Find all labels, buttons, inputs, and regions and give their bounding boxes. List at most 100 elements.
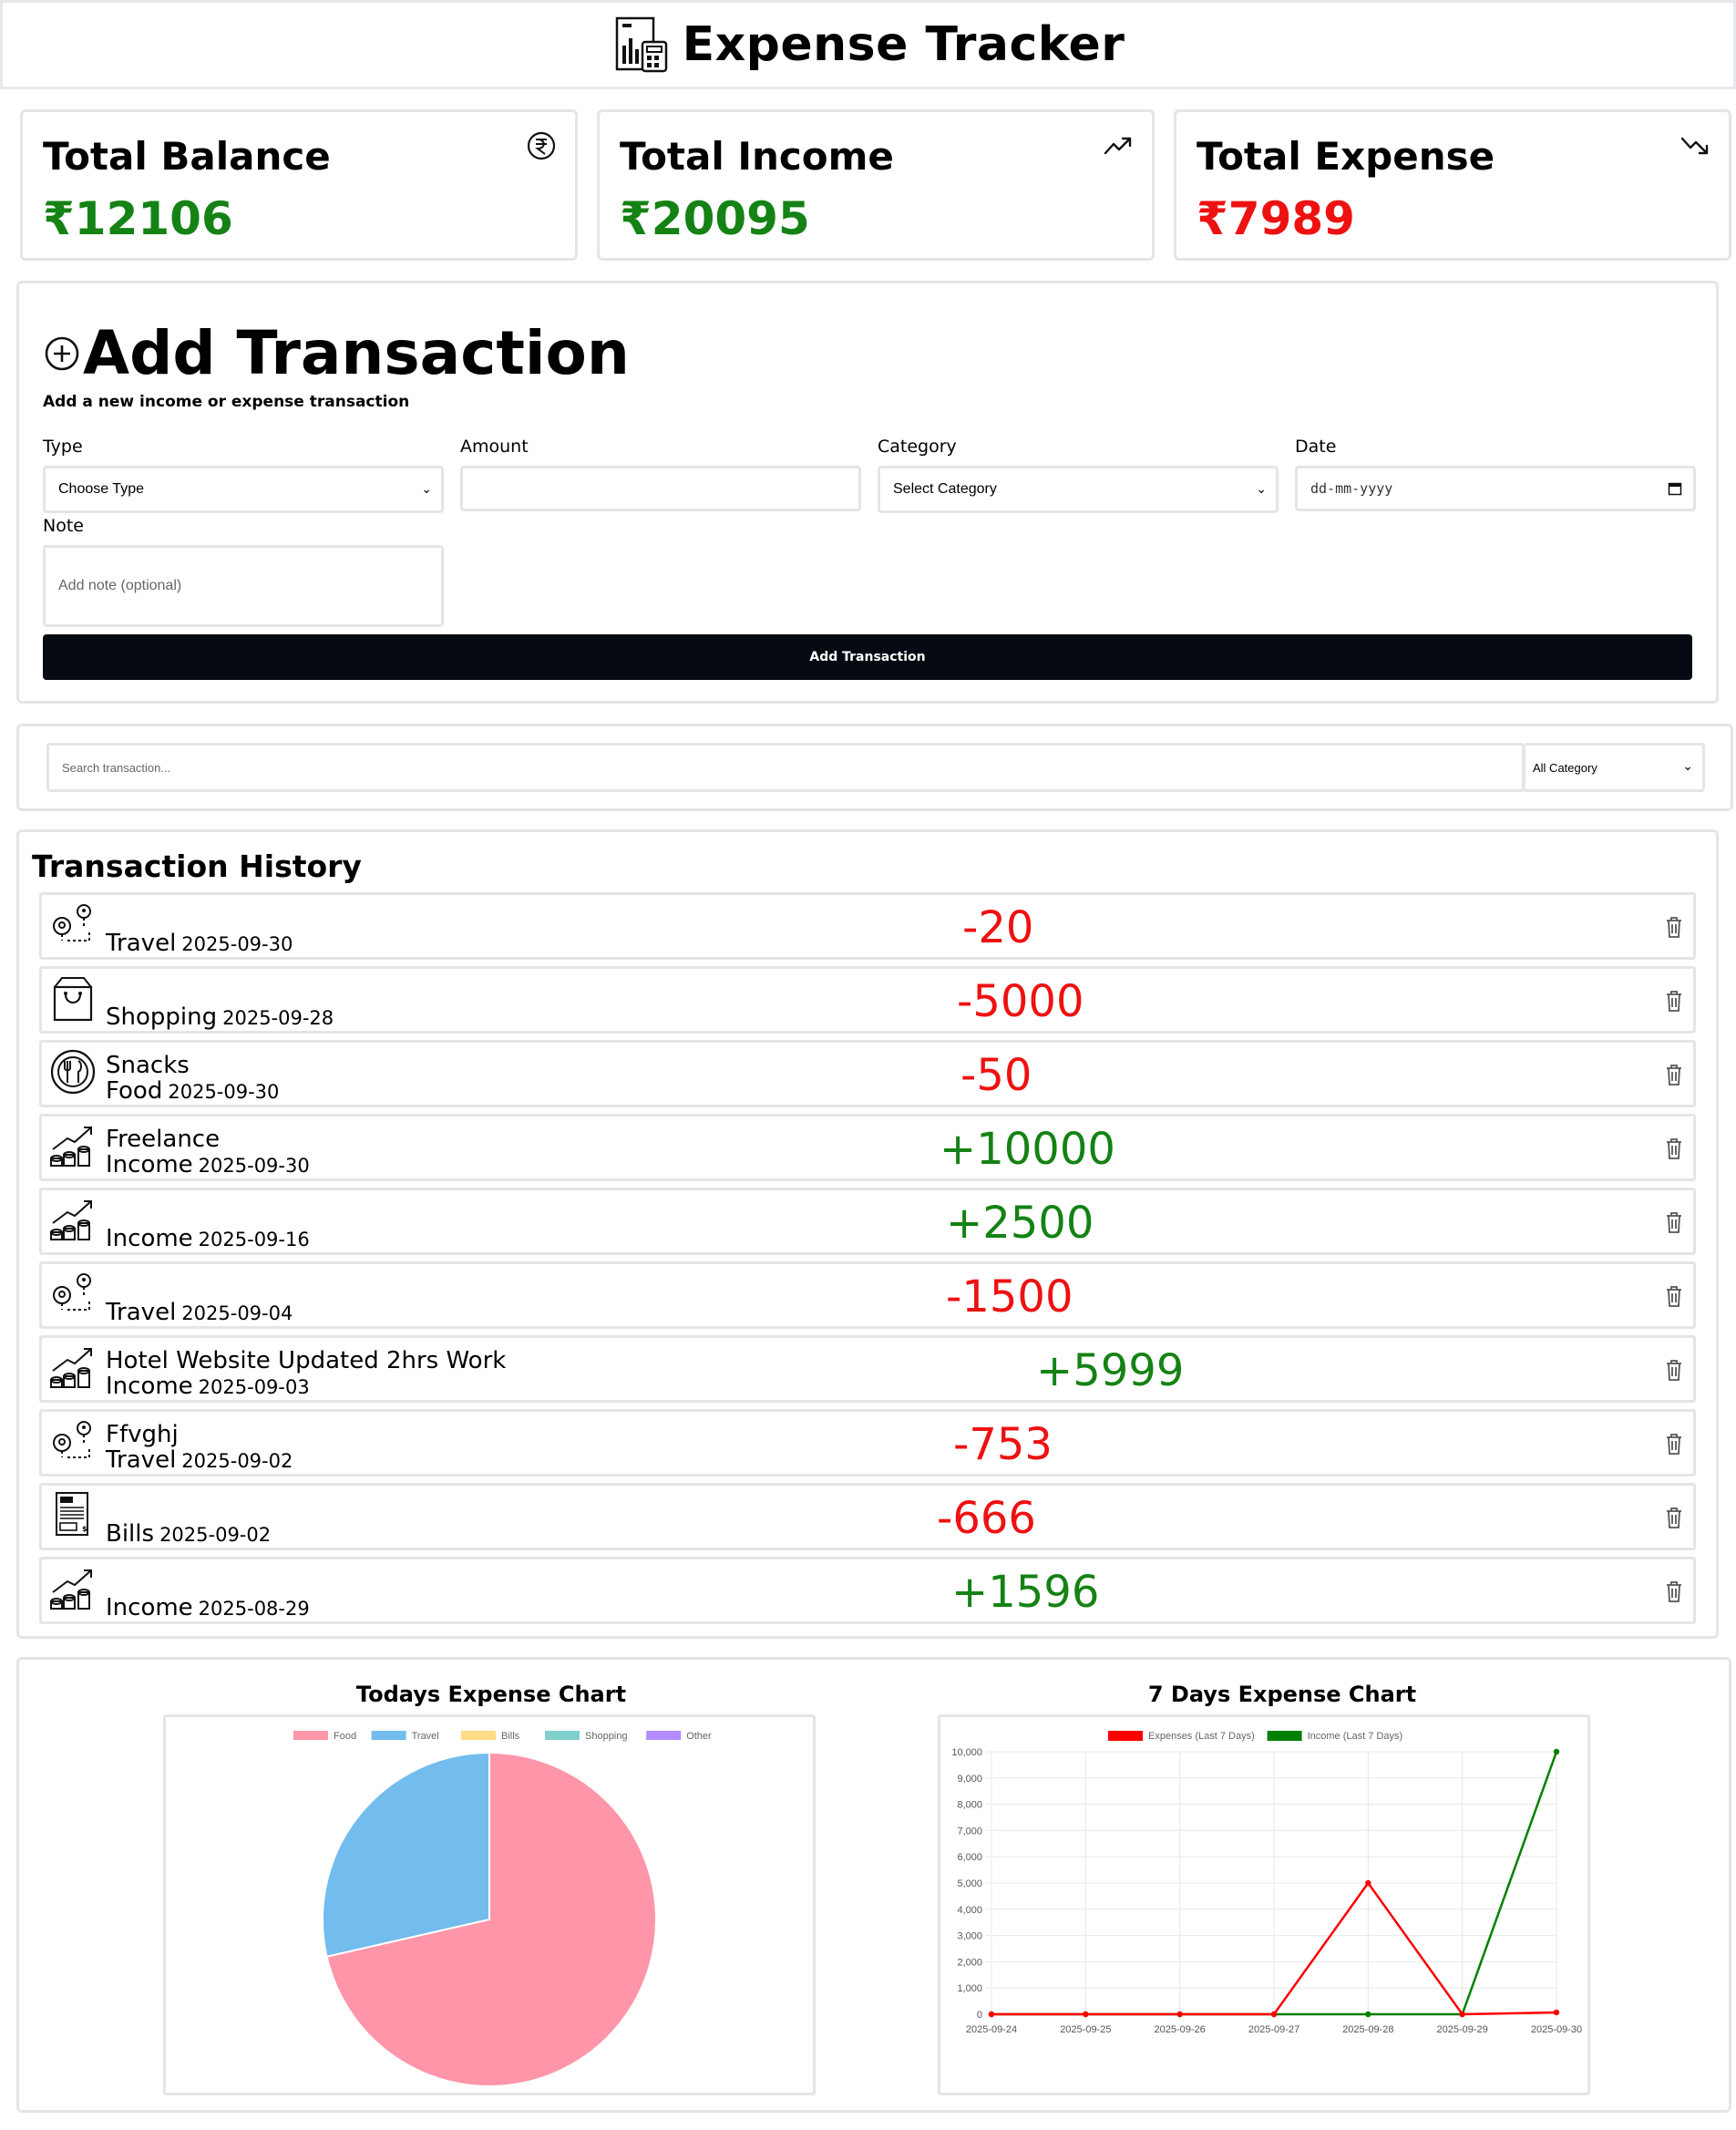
transaction-date: 2025-09-02 (181, 1450, 293, 1472)
transaction-category: Income 2025-09-03 (106, 1373, 310, 1400)
category-select-value: Select Category (893, 481, 997, 497)
total-income-card: Total Income ₹20095 (597, 109, 1155, 261)
chevron-down-icon: ⌄ (1256, 481, 1267, 496)
app-title: Expense Tracker (682, 17, 1125, 72)
category-filter-select[interactable]: All Category ⌄ (1523, 743, 1705, 792)
trash-icon[interactable] (1664, 1063, 1684, 1086)
total-expense-card: Total Expense ₹7989 (1174, 109, 1731, 261)
category-filter-value: All Category (1533, 760, 1597, 775)
y-tick-label: 9,000 (957, 1774, 982, 1785)
legend-label: Income (Last 7 Days) (1308, 1731, 1403, 1742)
data-point[interactable] (1553, 1748, 1560, 1755)
data-point[interactable] (1459, 2011, 1465, 2018)
transaction-row: $ Bills 2025-09-02 -666 (39, 1483, 1696, 1550)
category-select[interactable]: Select Category ⌄ (878, 466, 1279, 513)
bill-receipt-icon: $ (56, 1492, 88, 1536)
data-point[interactable] (1365, 1879, 1371, 1887)
y-tick-label: 8,000 (957, 1800, 982, 1811)
transaction-category-label: Travel (106, 1446, 177, 1474)
map-pin-route-icon (53, 904, 91, 942)
trash-icon[interactable] (1664, 1432, 1684, 1456)
legend-label: Shopping (585, 1731, 628, 1742)
data-point[interactable] (1270, 2011, 1278, 2018)
transaction-amount: -753 (953, 1419, 1053, 1470)
search-input[interactable]: Search transaction... (46, 743, 1525, 792)
legend-label: Other (686, 1731, 712, 1742)
chevron-down-icon: ⌄ (421, 481, 432, 496)
trash-icon[interactable] (1664, 1358, 1684, 1382)
plus-circle-icon (45, 336, 79, 370)
total-balance-card: Total Balance ₹12106 (20, 109, 578, 261)
legend-label: Travel (412, 1731, 439, 1742)
search-placeholder: Search transaction... (62, 760, 171, 775)
legend-swatch (1267, 1731, 1302, 1741)
date-label: Date (1295, 437, 1337, 457)
transaction-row: Income 2025-08-29 +1596 (39, 1557, 1696, 1624)
pie-slice-travel[interactable] (322, 1751, 490, 1958)
balance-value: ₹12106 (43, 192, 233, 245)
transaction-row: Shopping 2025-09-28 -5000 (39, 966, 1696, 1034)
type-select[interactable]: Choose Type ⌄ (43, 466, 444, 513)
data-point[interactable] (1365, 2011, 1371, 2018)
transaction-row: Ffvghj Travel 2025-09-02 -753 (39, 1409, 1696, 1477)
note-placeholder: Add note (optional) (58, 578, 182, 593)
coins-growth-icon (50, 1127, 92, 1167)
add-transaction-button[interactable]: Add Transaction (43, 634, 1692, 680)
transaction-note: Freelance (106, 1126, 221, 1153)
today-chart-title: Todays Expense Chart (355, 1682, 627, 1707)
y-tick-label: 1,000 (957, 1983, 982, 1994)
transaction-date: 2025-09-16 (198, 1229, 310, 1250)
transaction-category-label: Income (106, 1151, 193, 1178)
transaction-row: Snacks Food 2025-09-30 -50 (39, 1040, 1696, 1107)
trash-icon[interactable] (1664, 989, 1684, 1013)
legend-label: Bills (501, 1731, 520, 1742)
add-transaction-section: Add Transaction Add a new income or expe… (16, 281, 1719, 704)
transaction-amount: -1500 (946, 1271, 1073, 1322)
transaction-row: Hotel Website Updated 2hrs Work Income 202… (39, 1335, 1696, 1403)
transaction-row: Travel 2025-09-30 -20 (39, 892, 1696, 960)
map-pin-route-icon (53, 1421, 91, 1458)
transaction-date: 2025-09-30 (198, 1155, 310, 1177)
legend-swatch (371, 1731, 406, 1740)
pie-chart-canvas: Food Travel Bills Shopping Other (293, 1731, 712, 2087)
transaction-amount: +10000 (940, 1124, 1115, 1175)
week-chart-title: 7 Days Expense Chart (1147, 1682, 1417, 1707)
note-textarea[interactable]: Add note (optional) (43, 545, 444, 627)
x-tick-label: 2025-09-26 (1155, 2024, 1206, 2035)
transaction-date: 2025-09-30 (181, 933, 293, 955)
trash-icon[interactable] (1664, 1579, 1684, 1603)
amount-input[interactable] (460, 466, 861, 511)
trash-icon[interactable] (1664, 1210, 1684, 1234)
data-point[interactable] (1553, 2009, 1560, 2016)
legend-swatch (646, 1731, 682, 1740)
y-tick-label: 7,000 (957, 1826, 982, 1837)
coins-growth-icon (50, 1569, 92, 1610)
data-point[interactable] (1083, 2011, 1089, 2018)
y-tick-label: 4,000 (957, 1905, 982, 1916)
legend-swatch (293, 1731, 328, 1740)
legend-label: Expenses (Last 7 Days) (1148, 1731, 1255, 1742)
trending-down-icon (1680, 137, 1709, 155)
transaction-category: Income 2025-09-30 (106, 1151, 310, 1178)
trash-icon[interactable] (1664, 1284, 1684, 1308)
x-tick-label: 2025-09-28 (1342, 2024, 1393, 2035)
trash-icon[interactable] (1664, 1137, 1684, 1160)
today-expense-chart: Food Travel Bills Shopping Other (163, 1714, 816, 2095)
trash-icon[interactable] (1664, 915, 1684, 939)
calendar-icon[interactable] (1668, 481, 1682, 496)
legend-swatch (1108, 1731, 1143, 1741)
date-input[interactable]: dd-mm-yyyy (1295, 466, 1696, 511)
finance-report-icon (615, 16, 667, 73)
income-value: ₹20095 (620, 192, 810, 245)
data-point[interactable] (1176, 2011, 1183, 2018)
transaction-category: Travel 2025-09-02 (106, 1446, 293, 1474)
y-tick-label: 10,000 (951, 1747, 982, 1758)
y-tick-label: 0 (977, 2010, 982, 2021)
trash-icon[interactable] (1664, 1506, 1684, 1529)
amount-label: Amount (460, 437, 529, 457)
transaction-amount: +1596 (951, 1567, 1100, 1618)
filter-bar: Search transaction... All Category ⌄ (16, 724, 1733, 811)
add-transaction-subtitle: Add a new income or expense transaction (43, 393, 410, 411)
data-point[interactable] (988, 2011, 995, 2018)
x-tick-label: 2025-09-29 (1437, 2024, 1488, 2035)
